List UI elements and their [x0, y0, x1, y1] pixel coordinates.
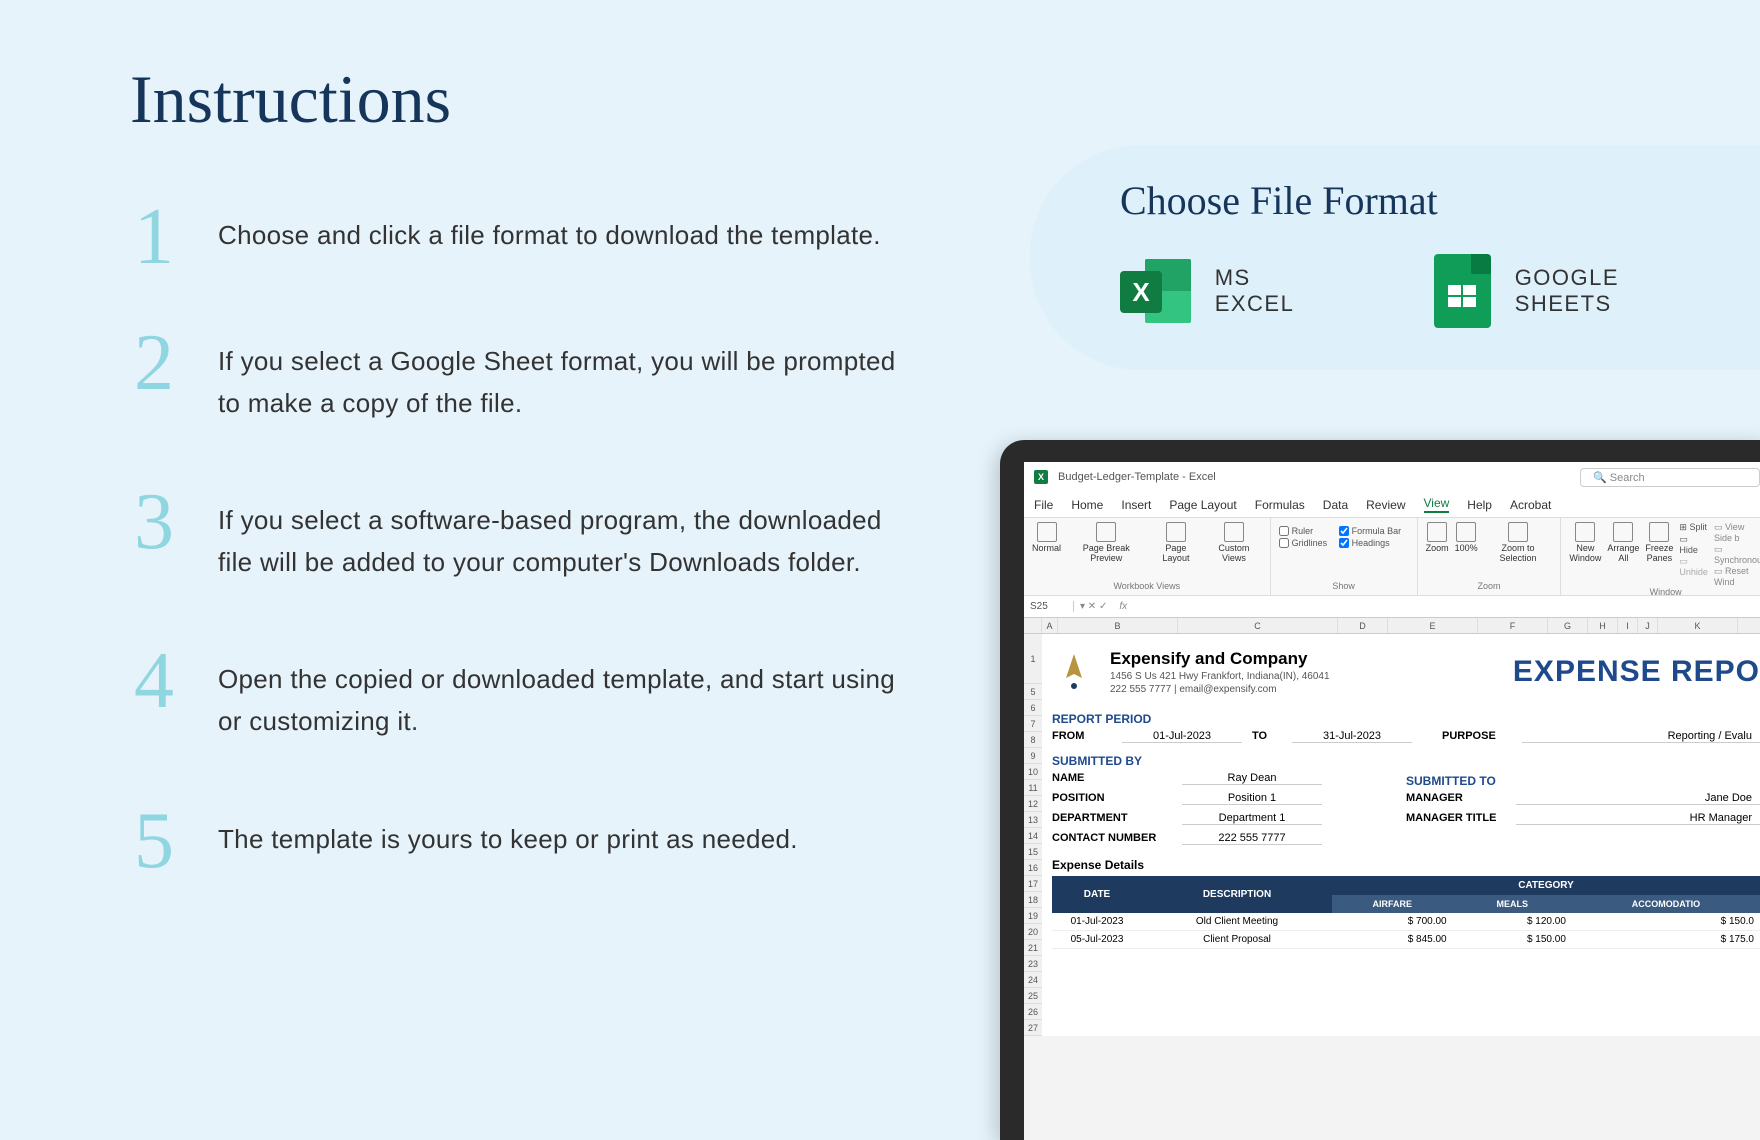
split-button[interactable]: ⊞ Split — [1679, 522, 1708, 533]
page-layout-button[interactable]: Page Layout — [1152, 522, 1201, 564]
file-format-title: Choose File Format — [1120, 177, 1720, 224]
instructions-list: 1 Choose and click a file format to down… — [0, 139, 920, 869]
laptop-mockup: X Budget-Ledger-Template - Excel 🔍 Searc… — [1000, 440, 1760, 1140]
company-logo — [1052, 650, 1096, 694]
step-number: 4 — [130, 653, 178, 709]
ribbon-group-label: Zoom — [1426, 581, 1553, 591]
table-row: 05-Jul-2023 Client Proposal $ 845.00 $ 1… — [1052, 931, 1760, 949]
formulabar-checkbox[interactable]: Formula Bar — [1339, 526, 1402, 536]
step-number: 1 — [130, 209, 178, 265]
tab-acrobat[interactable]: Acrobat — [1510, 498, 1551, 512]
new-window-button[interactable]: New Window — [1569, 522, 1601, 564]
step-text: If you select a Google Sheet format, you… — [218, 335, 920, 424]
step-item: 3 If you select a software-based program… — [130, 494, 920, 583]
zoom-selection-button[interactable]: Zoom to Selection — [1484, 522, 1553, 564]
step-text: Open the copied or downloaded template, … — [218, 653, 920, 742]
step-number: 3 — [130, 494, 178, 550]
submitted-by-label: SUBMITTED BY — [1052, 754, 1406, 768]
unhide-button[interactable]: ▭ Unhide — [1679, 556, 1708, 577]
zoom-button[interactable]: Zoom — [1426, 522, 1449, 554]
step-number: 5 — [130, 813, 178, 869]
tab-file[interactable]: File — [1034, 498, 1053, 512]
excel-app-icon: X — [1034, 470, 1048, 484]
purpose-label: PURPOSE — [1442, 730, 1512, 742]
ribbon-group-label: Workbook Views — [1032, 581, 1262, 591]
ribbon-group-workbook-views: Normal Page Break Preview Page Layout Cu… — [1024, 518, 1271, 595]
excel-window: X Budget-Ledger-Template - Excel 🔍 Searc… — [1024, 462, 1760, 1140]
expense-details-label: Expense Details — [1052, 858, 1760, 872]
formula-bar: S25 ▾ ✕ ✓ fx — [1024, 596, 1760, 618]
tab-home[interactable]: Home — [1071, 498, 1103, 512]
headings-checkbox[interactable]: Headings — [1339, 538, 1402, 548]
tab-data[interactable]: Data — [1323, 498, 1348, 512]
company-address: 1456 S Us 421 Hwy Frankfort, Indiana(IN)… — [1110, 670, 1330, 683]
ribbon-group-label: Show — [1279, 581, 1409, 591]
step-text: The template is yours to keep or print a… — [218, 813, 798, 861]
step-text: Choose and click a file format to downlo… — [218, 209, 881, 257]
step-item: 1 Choose and click a file format to down… — [130, 209, 920, 265]
excel-ribbon-tabs: File Home Insert Page Layout Formulas Da… — [1024, 492, 1760, 518]
tab-help[interactable]: Help — [1467, 498, 1492, 512]
report-period-label: REPORT PERIOD — [1052, 712, 1760, 726]
excel-ribbon: Normal Page Break Preview Page Layout Cu… — [1024, 518, 1760, 596]
sync-scroll-button[interactable]: ▭ Synchronou — [1714, 544, 1760, 565]
tab-pagelayout[interactable]: Page Layout — [1169, 498, 1236, 512]
excel-titlebar: X Budget-Ledger-Template - Excel 🔍 Searc… — [1024, 462, 1760, 492]
ribbon-group-label: Window — [1569, 587, 1760, 597]
submitted-to-label: SUBMITTED TO — [1406, 774, 1760, 788]
expense-table: DATE DESCRIPTION CATEGORY AIRFARE MEALS … — [1052, 876, 1760, 949]
to-value: 31-Jul-2023 — [1292, 730, 1412, 743]
step-number: 2 — [130, 335, 178, 391]
google-sheets-icon — [1434, 254, 1491, 328]
purpose-value: Reporting / Evalu — [1522, 730, 1760, 743]
custom-views-button[interactable]: Custom Views — [1206, 522, 1261, 564]
company-contact: 222 555 7777 | email@expensify.com — [1110, 683, 1330, 696]
page-break-preview-button[interactable]: Page Break Preview — [1067, 522, 1146, 564]
reset-window-button[interactable]: ▭ Reset Wind — [1714, 566, 1760, 587]
report-title: EXPENSE REPO — [1513, 655, 1760, 689]
tab-view[interactable]: View — [1424, 496, 1450, 513]
tab-review[interactable]: Review — [1366, 498, 1405, 512]
ms-excel-option[interactable]: X MS EXCEL — [1120, 255, 1336, 327]
ms-excel-icon: X — [1120, 255, 1191, 327]
fx-label: fx — [1113, 601, 1133, 612]
page-title: Instructions — [0, 0, 1760, 139]
tab-formulas[interactable]: Formulas — [1255, 498, 1305, 512]
arrange-all-button[interactable]: Arrange All — [1607, 522, 1639, 564]
tab-insert[interactable]: Insert — [1121, 498, 1151, 512]
ribbon-group-zoom: Zoom 100% Zoom to Selection Zoom — [1418, 518, 1562, 595]
column-headers: A B C D E F G H I J K — [1024, 618, 1760, 634]
from-label: FROM — [1052, 730, 1112, 742]
ribbon-group-window: New Window Arrange All Freeze Panes ⊞ Sp… — [1561, 518, 1760, 595]
cell-reference[interactable]: S25 — [1024, 601, 1074, 612]
table-row: 01-Jul-2023 Old Client Meeting $ 700.00 … — [1052, 913, 1760, 931]
zoom-100-button[interactable]: 100% — [1455, 522, 1478, 554]
excel-filename: Budget-Ledger-Template - Excel — [1058, 471, 1216, 483]
excel-search-box[interactable]: 🔍 Search — [1580, 468, 1760, 487]
hide-button[interactable]: ▭ Hide — [1679, 534, 1708, 555]
freeze-panes-button[interactable]: Freeze Panes — [1645, 522, 1673, 564]
ribbon-group-show: Ruler Gridlines Formula Bar Headings Sho… — [1271, 518, 1418, 595]
step-text: If you select a software-based program, … — [218, 494, 920, 583]
view-side-button[interactable]: ▭ View Side b — [1714, 522, 1760, 543]
google-sheets-label: GOOGLE SHEETS — [1515, 265, 1720, 317]
file-format-panel: Choose File Format X MS EXCEL GOOGLE SHE… — [1030, 145, 1760, 370]
spreadsheet-content[interactable]: Expensify and Company 1456 S Us 421 Hwy … — [1042, 634, 1760, 1036]
google-sheets-option[interactable]: GOOGLE SHEETS — [1434, 254, 1720, 328]
normal-view-button[interactable]: Normal — [1032, 522, 1061, 554]
file-format-options: X MS EXCEL GOOGLE SHEETS — [1120, 254, 1720, 328]
from-value: 01-Jul-2023 — [1122, 730, 1242, 743]
to-label: TO — [1252, 730, 1282, 742]
row-headers: 1 567 8910 111213 141516 171819 202123 2… — [1024, 634, 1042, 1036]
step-item: 2 If you select a Google Sheet format, y… — [130, 335, 920, 424]
step-item: 5 The template is yours to keep or print… — [130, 813, 920, 869]
step-item: 4 Open the copied or downloaded template… — [130, 653, 920, 742]
ms-excel-label: MS EXCEL — [1215, 265, 1336, 317]
company-name: Expensify and Company — [1110, 648, 1330, 670]
